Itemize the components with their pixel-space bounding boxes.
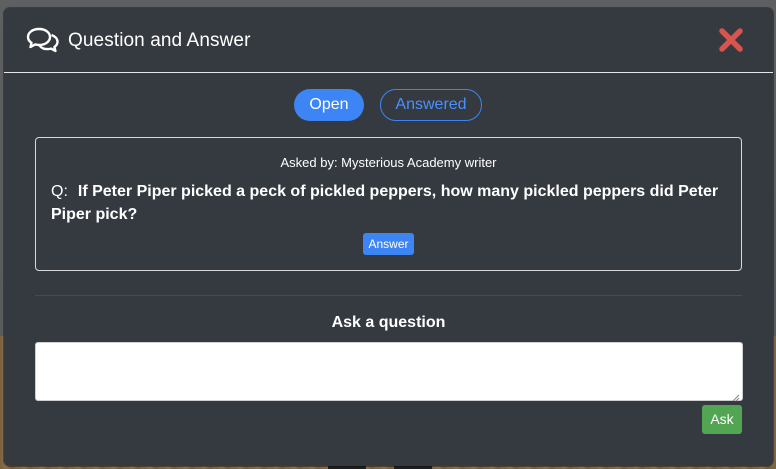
tab-answered[interactable]: Answered [380, 89, 482, 121]
ask-question-heading: Ask a question [331, 314, 446, 331]
question-card: Asked by: Mysterious Academy writer Q: If… [35, 137, 742, 271]
asked-by-label: Asked by: Mysterious Academy writer [280, 155, 497, 170]
question-prefix: Q: [51, 183, 68, 200]
qa-modal: Question and Answer Open Answered Asked … [4, 8, 773, 466]
modal-title: Question and Answer [68, 30, 251, 51]
section-divider [35, 295, 742, 296]
question-line: Q: If Peter Piper picked a peck of pickle… [51, 180, 721, 226]
resize-grip-icon[interactable] [731, 389, 740, 402]
question-text: If Peter Piper picked a peck of pickled … [51, 183, 719, 223]
close-x-icon [719, 28, 743, 52]
tab-open[interactable]: Open [294, 89, 364, 121]
question-textarea[interactable] [35, 342, 743, 401]
ask-button[interactable]: Ask [702, 405, 742, 434]
comments-icon [26, 26, 60, 54]
answer-button[interactable]: Answer [363, 233, 414, 255]
close-button[interactable] [718, 27, 744, 53]
modal-header: Question and Answer [4, 8, 773, 73]
